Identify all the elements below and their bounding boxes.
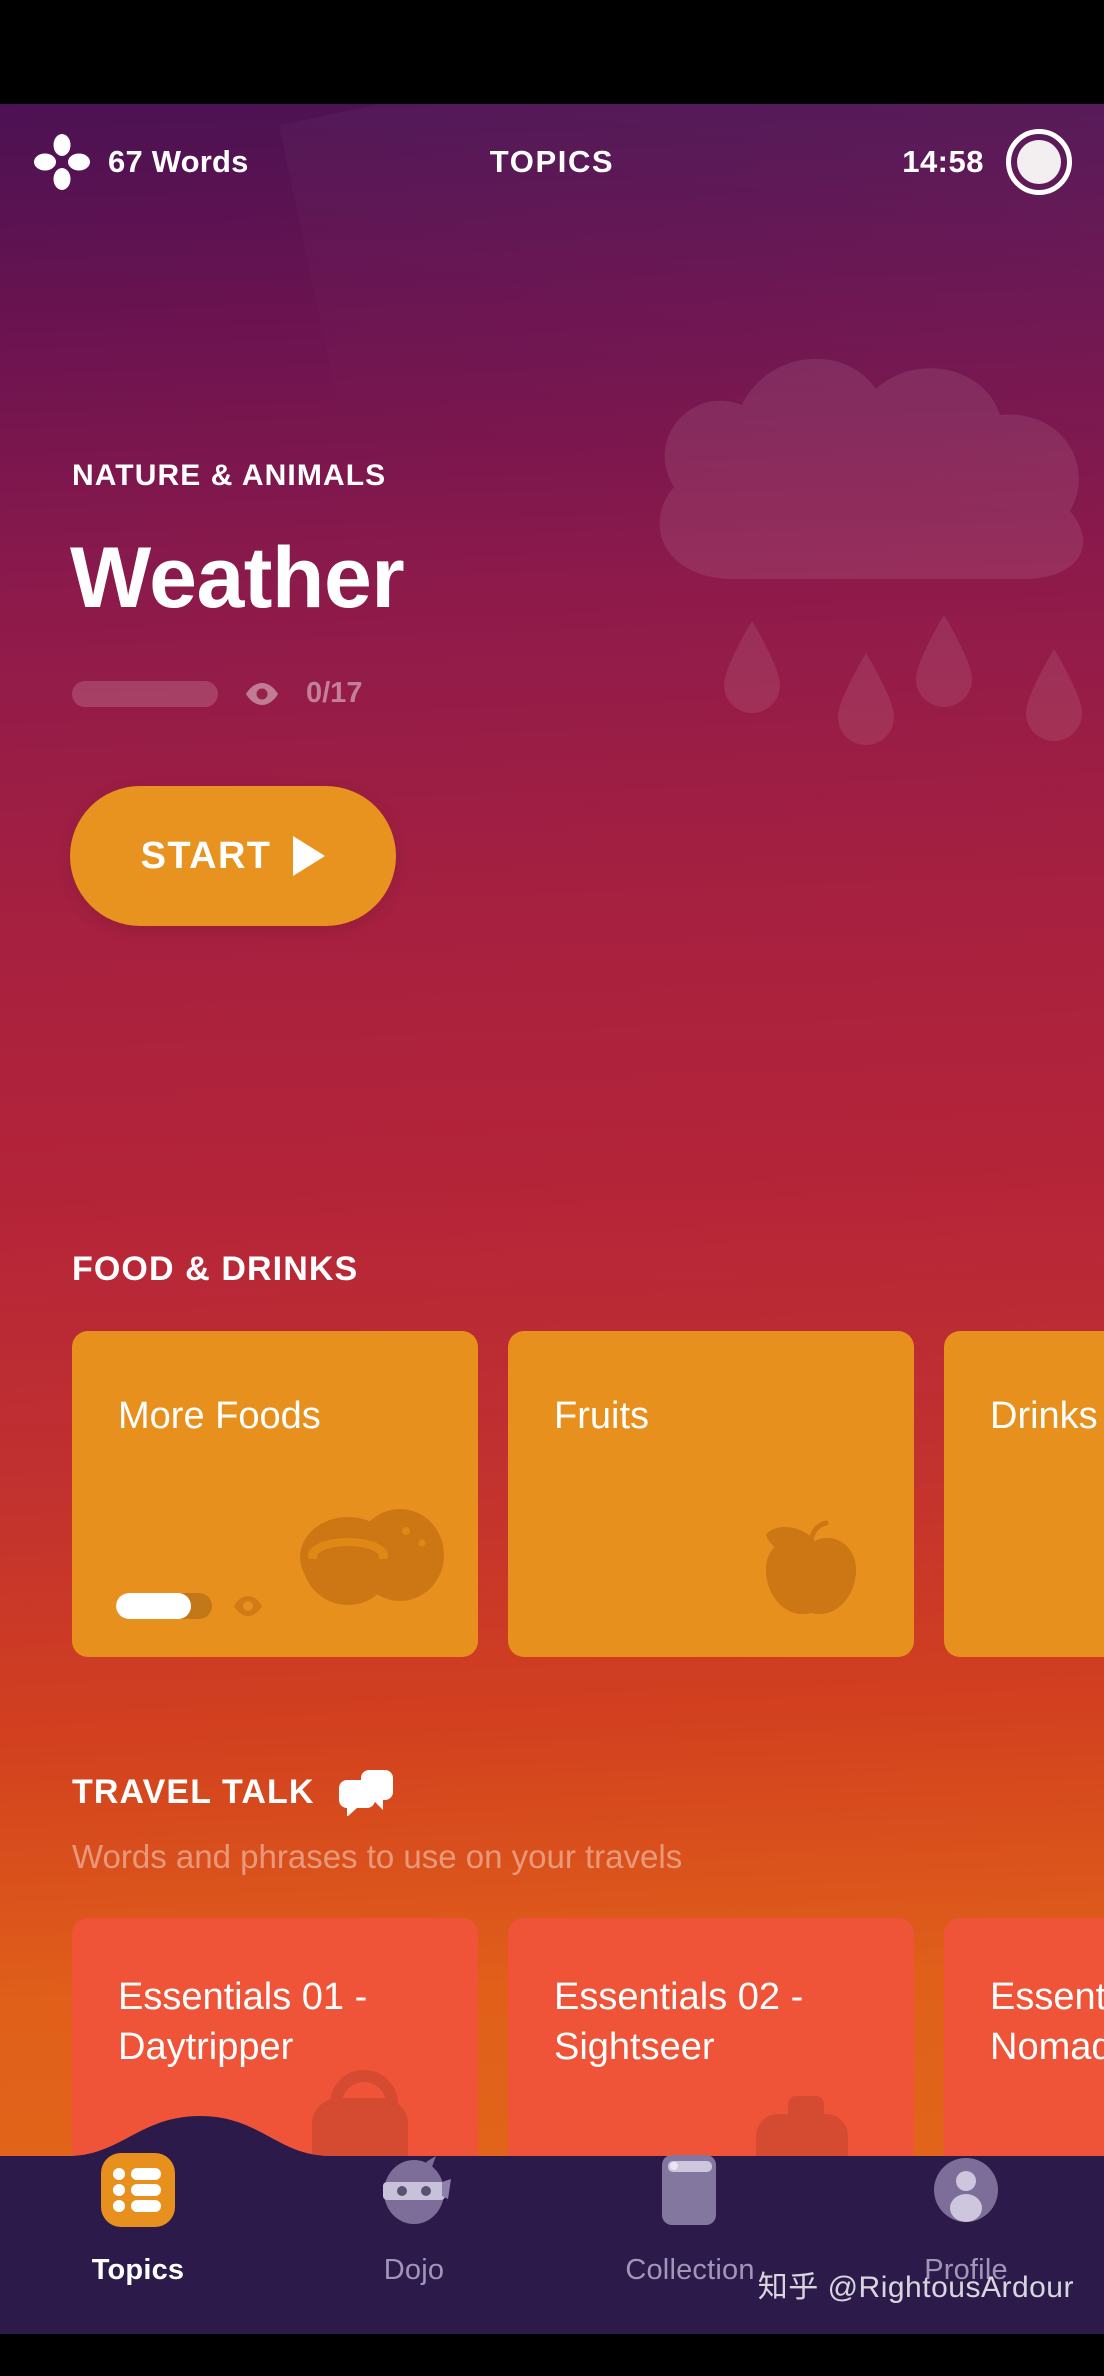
section-title: TRAVEL TALK [72,1772,315,1811]
bottom-navigation: Topics Dojo Collection Profile [0,2116,1104,2334]
featured-count-label: 0/17 [306,677,363,709]
section-header: TRAVEL TALK [72,1768,1104,1816]
play-triangle-icon [293,836,326,876]
featured-topic: NATURE & ANIMALS Weather 0/17 START [0,219,1104,926]
nav-item-collection[interactable]: Collection [552,2116,828,2287]
topic-card[interactable]: Drinks [944,1331,1104,1657]
eye-icon [234,1596,262,1616]
card-progress-group [116,1593,264,1619]
person-icon [923,2142,1009,2238]
featured-progress-group: 0/17 [72,677,1104,710]
card-progress-bar [116,1593,212,1619]
nav-item-profile[interactable]: Profile [828,2116,1104,2287]
ninja-icon [371,2142,457,2238]
section-header: FOOD & DRINKS [72,1250,1104,1289]
nav-label: Profile [924,2254,1008,2286]
card-progress-fill [116,1593,191,1619]
book-icon [647,2142,733,2238]
nav-item-dojo[interactable]: Dojo [276,2116,552,2287]
featured-progress-bar [72,680,218,707]
topic-card[interactable]: More Foods [72,1331,478,1657]
nav-label: Collection [625,2254,755,2286]
speech-bubbles-icon [338,1770,393,1816]
page-title: TOPICS [489,143,615,179]
eye-icon [246,682,278,705]
app-bar: 67 Words TOPICS 14:58 [0,104,1104,219]
coconut-icon [296,1501,454,1623]
featured-title: Weather [70,530,405,626]
bottom-nav-items: Topics Dojo Collection Profile [0,2116,1104,2334]
topic-card[interactable]: Fruits [508,1331,914,1657]
section-food-drinks: FOOD & DRINKS More Foods Fruits Drinks [0,1250,1104,1657]
topic-card-title: Drinks [990,1395,1098,1437]
section-subtitle: Words and phrases to use on your travels [72,1838,683,1875]
topic-card-title: Essentials 03 - Nomad [990,1976,1104,2069]
section-title: FOOD & DRINKS [72,1250,359,1288]
topic-card-title: More Foods [118,1395,321,1437]
app-screen: 67 Words TOPICS 14:58 NATURE & ANIMALS W… [0,0,1104,2376]
nav-label: Topics [91,2254,185,2286]
nav-item-topics[interactable]: Topics [0,2116,276,2287]
start-button-label: START [140,834,272,877]
status-bar-notch [0,0,1104,104]
topic-card-title: Fruits [554,1395,649,1437]
food-card-row[interactable]: More Foods Fruits Drinks [0,1331,1104,1657]
start-button[interactable]: START [70,786,396,926]
nav-label: Dojo [383,2254,445,2286]
apple-icon [732,1501,890,1623]
home-indicator-area [0,2334,1104,2376]
list-icon [95,2142,181,2238]
featured-category: NATURE & ANIMALS [72,459,387,492]
